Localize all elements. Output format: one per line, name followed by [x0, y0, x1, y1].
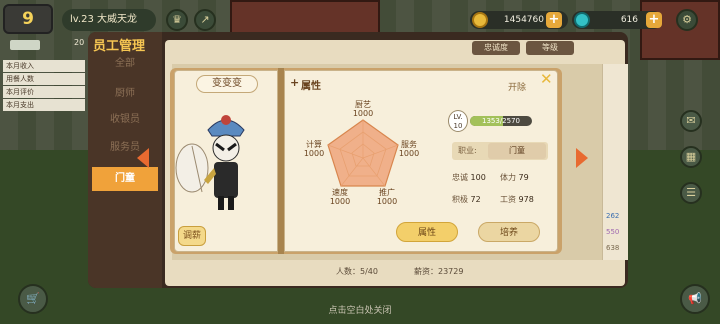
radar-label-service: 服务 1000: [393, 140, 425, 158]
radar-label-promotion: 推广 1000: [371, 188, 403, 206]
next-arrow-icon[interactable]: [576, 148, 588, 168]
attribute-header: 属性: [301, 81, 321, 92]
peek-value: 550: [606, 228, 620, 236]
peek-value: 262: [606, 212, 620, 220]
radar-label-cooking: 厨艺 1000: [347, 100, 379, 118]
stamina-stat: 体力 79: [500, 173, 529, 182]
job-value: 门童: [488, 143, 546, 159]
level-badge: LV. 10: [448, 110, 468, 132]
staff-count: 人数：5/40: [336, 267, 378, 276]
shop-icon[interactable]: ▦: [680, 146, 702, 168]
sidebar-item-all[interactable]: 全部: [92, 52, 158, 76]
peek-value: 638: [606, 244, 620, 252]
monthly-stats: 本月收入 用餐人数 本月评价 本月支出: [3, 60, 85, 112]
character-portrait: [175, 115, 245, 210]
trophy-icon[interactable]: ♛: [166, 9, 188, 31]
staff-salary: 薪资：23729: [414, 267, 464, 276]
radar-label-calc: 计算 1000: [298, 140, 330, 158]
radar-value: 1000: [376, 197, 398, 206]
dismiss-link[interactable]: 开除: [508, 80, 526, 93]
stat-label: 本月收入: [3, 60, 85, 72]
stat-label: 本月支出: [3, 99, 85, 111]
settings-icon[interactable]: ⚙: [676, 9, 698, 31]
add-coins-button[interactable]: +: [546, 12, 562, 28]
notice-chip[interactable]: [10, 40, 40, 50]
plus-icon: +: [290, 76, 300, 89]
radar-label-speed: 速度 1000: [324, 188, 356, 206]
wage-stat: 工资 978: [500, 195, 534, 204]
coin-icon: [472, 12, 488, 28]
mail-icon[interactable]: ✉: [680, 110, 702, 132]
employee-name: 变变变: [196, 75, 258, 93]
player-level-badge[interactable]: 9: [3, 4, 53, 34]
radar-value: 1000: [398, 149, 420, 158]
train-button[interactable]: 培养: [478, 222, 540, 242]
stat-label: 本月评价: [3, 86, 85, 98]
gem-icon: [574, 12, 590, 28]
close-hint: 点击空白处关闭: [328, 306, 392, 316]
radar-value: 1000: [352, 109, 374, 118]
sort-level-tab[interactable]: 等级: [526, 41, 574, 55]
exp-text: 1353/2570: [482, 117, 520, 125]
prev-arrow-icon[interactable]: [137, 148, 149, 168]
add-gems-button[interactable]: +: [646, 12, 662, 28]
attribute-button[interactable]: 属性: [396, 222, 458, 242]
trend-icon[interactable]: ↗: [194, 9, 216, 31]
radar-value: 1000: [329, 197, 351, 206]
radar-value: 1000: [303, 149, 325, 158]
positive-stat: 积极 72: [452, 195, 481, 204]
left-partial-number: 20: [74, 38, 85, 47]
close-icon[interactable]: ✕: [540, 70, 553, 88]
sidebar-item-chef[interactable]: 厨师: [92, 82, 158, 106]
sidebar-item-doorman[interactable]: 门童: [92, 167, 158, 191]
sidebar-item-cashier[interactable]: 收银员: [92, 108, 158, 132]
announce-icon[interactable]: 📢: [680, 284, 710, 314]
adjust-salary-button[interactable]: 调薪: [178, 226, 206, 246]
player-level: 9: [22, 9, 34, 29]
player-name: lv.23 大威天龙: [62, 9, 156, 31]
menu-icon[interactable]: ☰: [680, 182, 702, 204]
book-spine: [278, 68, 284, 254]
attribute-radar: [327, 119, 399, 187]
loyalty-stat: 忠诚 100: [452, 173, 486, 182]
sort-loyalty-tab[interactable]: 忠诚度: [472, 41, 520, 55]
stat-label: 用餐人数: [3, 73, 85, 85]
cart-icon[interactable]: 🛒: [18, 284, 48, 314]
